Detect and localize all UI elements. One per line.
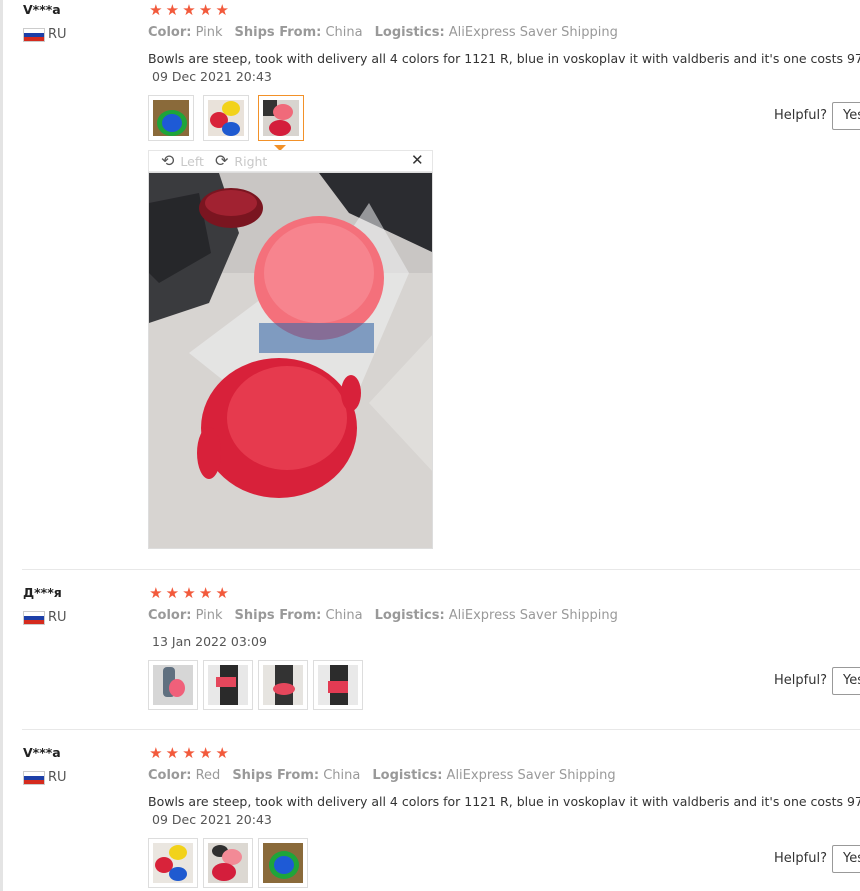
review-divider xyxy=(22,729,860,730)
helpful-label: Helpful? xyxy=(774,673,827,688)
color-value: Red xyxy=(195,768,221,783)
logistics-value: AliExpress Saver Shipping xyxy=(448,608,618,623)
review-photo-thumb[interactable] xyxy=(148,838,198,888)
reviewer-name: V***a xyxy=(23,2,61,17)
rotate-left-label: Left xyxy=(180,153,204,169)
reviewer-country: RU xyxy=(23,770,67,785)
star-icon: ★ xyxy=(182,584,196,602)
country-code: RU xyxy=(48,610,67,625)
star-icon: ★ xyxy=(215,1,229,19)
russia-flag-icon xyxy=(23,770,45,785)
star-icon: ★ xyxy=(182,744,196,762)
review-photo-thumb[interactable] xyxy=(148,660,198,710)
review-date: 09 Dec 2021 20:43 xyxy=(152,69,272,84)
logistics-label: Logistics: xyxy=(374,25,445,40)
ships-label: Ships From: xyxy=(232,768,320,783)
review-photo-thumb[interactable] xyxy=(148,95,194,141)
ships-value: China xyxy=(325,608,363,623)
rotate-left-icon: ⟲ xyxy=(161,151,175,170)
rotate-right-button[interactable]: ⟳ Right xyxy=(215,153,267,169)
star-icon: ★ xyxy=(215,744,229,762)
review-divider xyxy=(22,569,860,570)
star-icon: ★ xyxy=(198,584,213,602)
russia-flag-icon xyxy=(23,27,45,42)
logistics-value: AliExpress Saver Shipping xyxy=(448,25,618,40)
review-text: Bowls are steep, took with delivery all … xyxy=(148,794,860,809)
star-icon: ★ xyxy=(165,584,180,602)
review-photo-thumb[interactable] xyxy=(203,95,249,141)
logistics-label: Logistics: xyxy=(372,768,443,783)
star-icon: ★ xyxy=(182,1,196,19)
rotate-right-icon: ⟳ xyxy=(215,151,229,170)
helpful-yes-button[interactable]: Yes xyxy=(832,102,860,130)
star-icon: ★ xyxy=(149,744,163,762)
review-photo-thumb[interactable] xyxy=(313,660,363,710)
review-photo-thumb[interactable] xyxy=(203,838,253,888)
star-icon: ★ xyxy=(149,1,163,19)
helpful-yes-button[interactable]: Yes xyxy=(832,667,860,695)
review-photo-thumb[interactable] xyxy=(258,660,308,710)
order-info: Color: Pink Ships From: China Logistics: A… xyxy=(148,608,618,623)
order-info: Color: Pink Ships From: China Logistics: A… xyxy=(148,25,618,40)
ships-label: Ships From: xyxy=(234,25,322,40)
ships-value: China xyxy=(325,25,363,40)
helpful-label: Helpful? xyxy=(774,851,827,866)
star-icon: ★ xyxy=(215,584,229,602)
rotate-right-label: Right xyxy=(234,153,268,169)
star-icon: ★ xyxy=(165,1,180,19)
review-photo-thumb[interactable] xyxy=(258,838,308,888)
russia-flag-icon xyxy=(23,610,45,625)
reviewer-name: V***a xyxy=(23,745,61,760)
star-rating: ★ ★ ★ ★ ★ xyxy=(148,745,230,761)
review-photo-thumb[interactable] xyxy=(203,660,253,710)
helpful-yes-button[interactable]: Yes xyxy=(832,845,860,873)
star-rating: ★ ★ ★ ★ ★ xyxy=(148,585,230,601)
reviewer-country: RU xyxy=(23,27,67,42)
photo-viewer-toolbar: ⟲ Left ⟳ Right ✕ xyxy=(148,150,433,172)
color-value: Pink xyxy=(195,25,223,40)
review-text: Bowls are steep, took with delivery all … xyxy=(148,51,860,66)
left-border xyxy=(0,0,3,891)
logistics-value: AliExpress Saver Shipping xyxy=(446,768,616,783)
star-icon: ★ xyxy=(198,1,213,19)
ships-value: China xyxy=(323,768,361,783)
star-icon: ★ xyxy=(149,584,163,602)
close-viewer-icon[interactable]: ✕ xyxy=(411,151,424,169)
color-value: Pink xyxy=(195,608,223,623)
rotate-left-button[interactable]: ⟲ Left xyxy=(161,153,204,169)
helpful-label: Helpful? xyxy=(774,108,827,123)
color-label: Color: xyxy=(148,25,192,40)
star-icon: ★ xyxy=(165,744,180,762)
review-photo-thumb-selected[interactable] xyxy=(258,95,304,141)
logistics-label: Logistics: xyxy=(374,608,445,623)
order-info: Color: Red Ships From: China Logistics: Al… xyxy=(148,768,616,783)
country-code: RU xyxy=(48,770,67,785)
ships-label: Ships From: xyxy=(234,608,322,623)
enlarged-review-photo xyxy=(148,172,433,549)
review-date: 13 Jan 2022 03:09 xyxy=(152,634,267,649)
color-label: Color: xyxy=(148,608,192,623)
reviewer-name: Д***я xyxy=(23,585,62,600)
review-date: 09 Dec 2021 20:43 xyxy=(152,812,272,827)
color-label: Color: xyxy=(148,768,192,783)
reviewer-country: RU xyxy=(23,610,67,625)
star-rating: ★ ★ ★ ★ ★ xyxy=(148,2,230,18)
country-code: RU xyxy=(48,27,67,42)
star-icon: ★ xyxy=(198,744,213,762)
